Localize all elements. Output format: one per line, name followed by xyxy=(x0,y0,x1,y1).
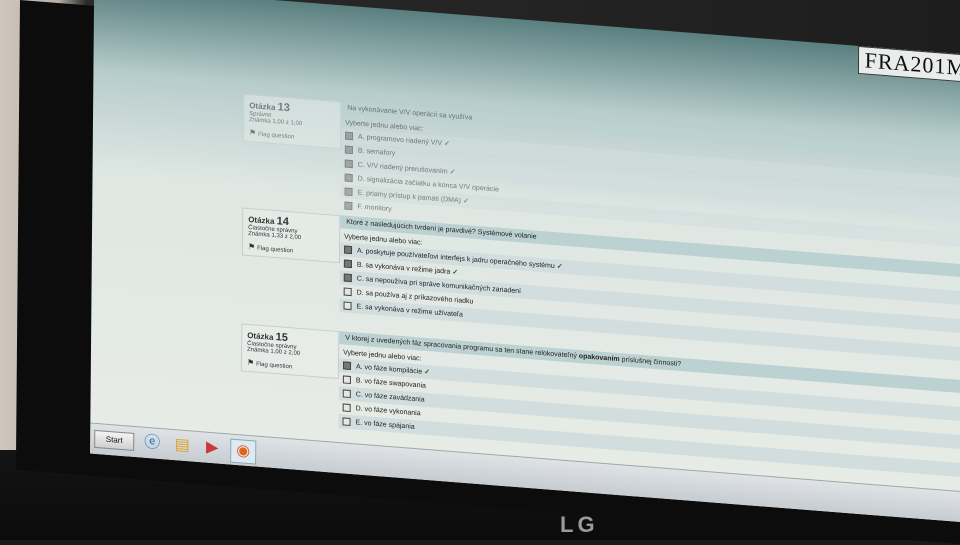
flag-question-link[interactable]: ⚑ Flag question xyxy=(249,128,335,144)
question-info: Otázka 14 Čiastočne správny Známka 1,33 … xyxy=(241,207,341,264)
correct-check-icon: ✓ xyxy=(452,269,459,277)
answer-option-label: E. vo fáze spájania xyxy=(355,419,415,432)
firefox-icon[interactable]: ◉ xyxy=(230,438,257,465)
flag-question-link[interactable]: ⚑ Flag question xyxy=(247,358,333,374)
answer-checkbox[interactable] xyxy=(344,188,353,197)
correct-check-icon: ✓ xyxy=(556,263,563,271)
media-player-icon[interactable]: ▶ xyxy=(200,436,224,460)
start-button[interactable]: Start xyxy=(94,429,135,451)
flag-icon: ⚑ xyxy=(247,241,256,252)
answer-checkbox[interactable] xyxy=(342,361,352,371)
file-explorer-icon[interactable]: ▤ xyxy=(170,434,194,458)
answer-checkbox[interactable] xyxy=(344,201,353,211)
internet-explorer-icon[interactable]: ⓔ xyxy=(140,431,164,455)
flag-question-link[interactable]: ⚑ Flag question xyxy=(248,242,334,258)
correct-check-icon: ✓ xyxy=(449,168,456,177)
answer-checkbox[interactable] xyxy=(342,403,351,413)
answer-option-label: F. monitory xyxy=(357,203,392,214)
answer-checkbox[interactable] xyxy=(342,389,351,399)
correct-check-icon: ✓ xyxy=(462,198,469,206)
answer-checkbox[interactable] xyxy=(344,159,353,169)
answer-checkbox[interactable] xyxy=(344,131,354,141)
correct-check-icon: ✓ xyxy=(444,140,450,148)
answer-option-label: B. semafory xyxy=(357,147,396,158)
answer-checkbox[interactable] xyxy=(343,301,352,311)
correct-check-icon: ✓ xyxy=(424,368,431,377)
answer-checkbox[interactable] xyxy=(343,287,352,297)
flag-icon: ⚑ xyxy=(248,128,257,138)
answer-option-label: E. sa vykonáva v režime užívateľa xyxy=(356,303,463,319)
question-info: Otázka 13 Správne Známka 1,00 z 1,00 ⚑ Fl… xyxy=(242,93,342,150)
monitor-brand-logo: LG xyxy=(560,512,599,537)
answer-checkbox[interactable] xyxy=(344,145,353,155)
answer-checkbox[interactable] xyxy=(343,259,352,269)
answer-checkbox[interactable] xyxy=(342,417,351,427)
answer-checkbox[interactable] xyxy=(343,245,353,255)
answer-checkbox[interactable] xyxy=(344,173,353,183)
question-info: Otázka 15 Čiastočne správny Známka 1,00 … xyxy=(240,323,340,380)
answer-checkbox[interactable] xyxy=(342,375,351,385)
screen: FRA201M Otázka 13 Správne Známka 1,00 z … xyxy=(90,0,960,523)
flag-icon: ⚑ xyxy=(246,357,255,368)
monitor: FRA201M Otázka 13 Správne Známka 1,00 z … xyxy=(15,0,960,545)
question-13: Otázka 13 Správne Známka 1,00 z 1,00 ⚑ Fl… xyxy=(242,93,960,251)
answer-checkbox[interactable] xyxy=(343,273,352,283)
